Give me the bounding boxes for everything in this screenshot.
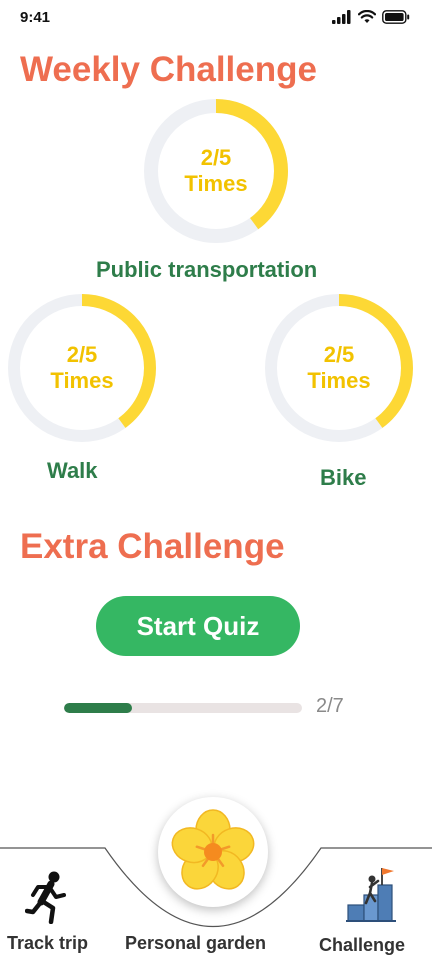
nav-track-trip-label: Track trip [7,933,89,953]
nav-track-trip[interactable]: Track trip [0,860,105,957]
ring-walk: 2/5 Times [6,292,158,444]
status-bar: 9:41 [0,0,432,36]
flower-icon [171,809,255,890]
weekly-challenge-title: Weekly Challenge [20,50,317,89]
ring-text: 2/5 Times [263,292,415,444]
status-icons [332,10,410,24]
nav-personal-garden-label[interactable]: Personal garden [125,933,266,954]
battery-icon [382,10,410,24]
ring-text: 2/5 Times [6,292,158,444]
nav-challenge[interactable]: Challenge [318,860,432,957]
start-quiz-button[interactable]: Start Quiz [96,596,300,656]
ring-unit: Times [307,368,371,393]
nav-challenge-label: Challenge [319,935,406,955]
ring-count: 2/5 [323,342,355,367]
ring-public-transportation: 2/5 Times [140,95,292,247]
ring-count: 2/5 [66,342,98,367]
public-transportation-label: Public transportation [96,257,318,282]
running-person-icon [25,871,66,924]
quiz-progress-bar [64,703,302,713]
ring-unit: Times [50,368,114,393]
status-time: 9:41 [20,9,51,26]
signal-icon [332,10,351,24]
wifi-icon [358,10,376,23]
ring-unit: Times [184,171,248,196]
ring-count: 2/5 [200,145,232,170]
quiz-progress-text: 2/7 [316,695,344,717]
mountain-climb-flag-icon [346,868,396,922]
quiz-progress-fill [64,703,132,713]
extra-challenge-title: Extra Challenge [20,527,285,566]
personal-garden-button[interactable] [158,797,268,907]
ring-text: 2/5 Times [140,95,292,247]
bike-label: Bike [320,465,367,490]
walk-label: Walk [47,458,98,483]
ring-bike: 2/5 Times [263,292,415,444]
